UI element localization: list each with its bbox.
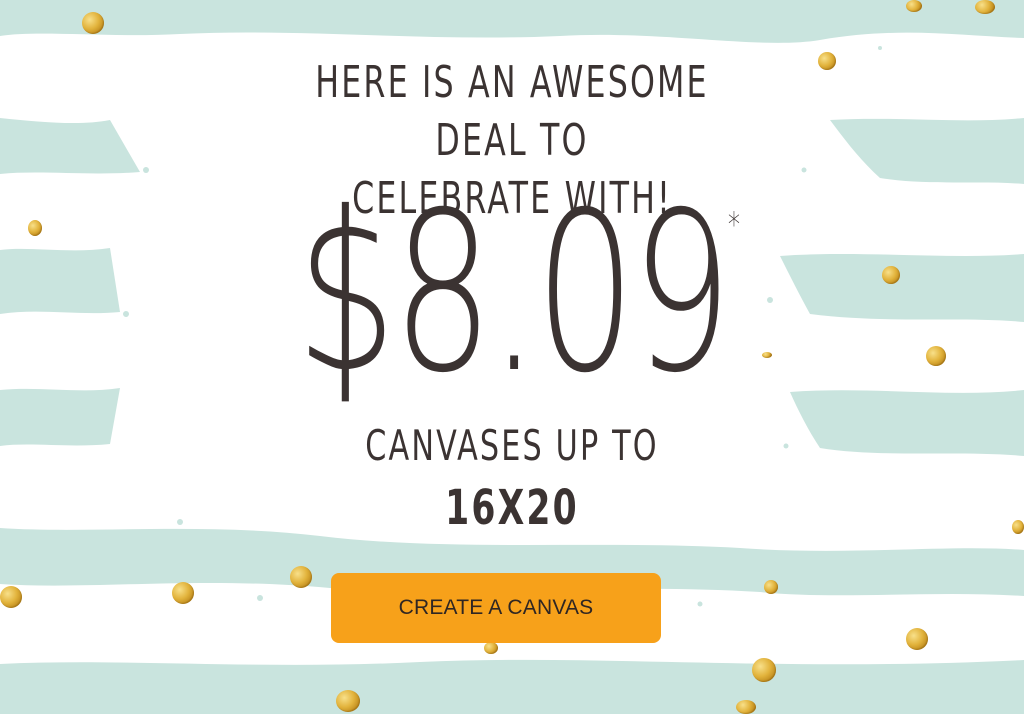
promo-banner: HERE IS AN AWESOME DEAL TO CELEBRATE WIT… [0, 0, 1024, 714]
create-canvas-button[interactable]: CREATE A CANVAS [331, 573, 661, 643]
promo-size: 16X20 [445, 480, 579, 536]
promo-content: HERE IS AN AWESOME DEAL TO CELEBRATE WIT… [0, 0, 1024, 714]
price-value: $8.09 [296, 165, 732, 421]
promo-subline: CANVASES UP TO [365, 421, 659, 470]
headline-line-1: HERE IS AN AWESOME DEAL TO [315, 57, 709, 166]
price-display: $8.09 * [296, 178, 740, 408]
price-asterisk: * [727, 205, 741, 245]
